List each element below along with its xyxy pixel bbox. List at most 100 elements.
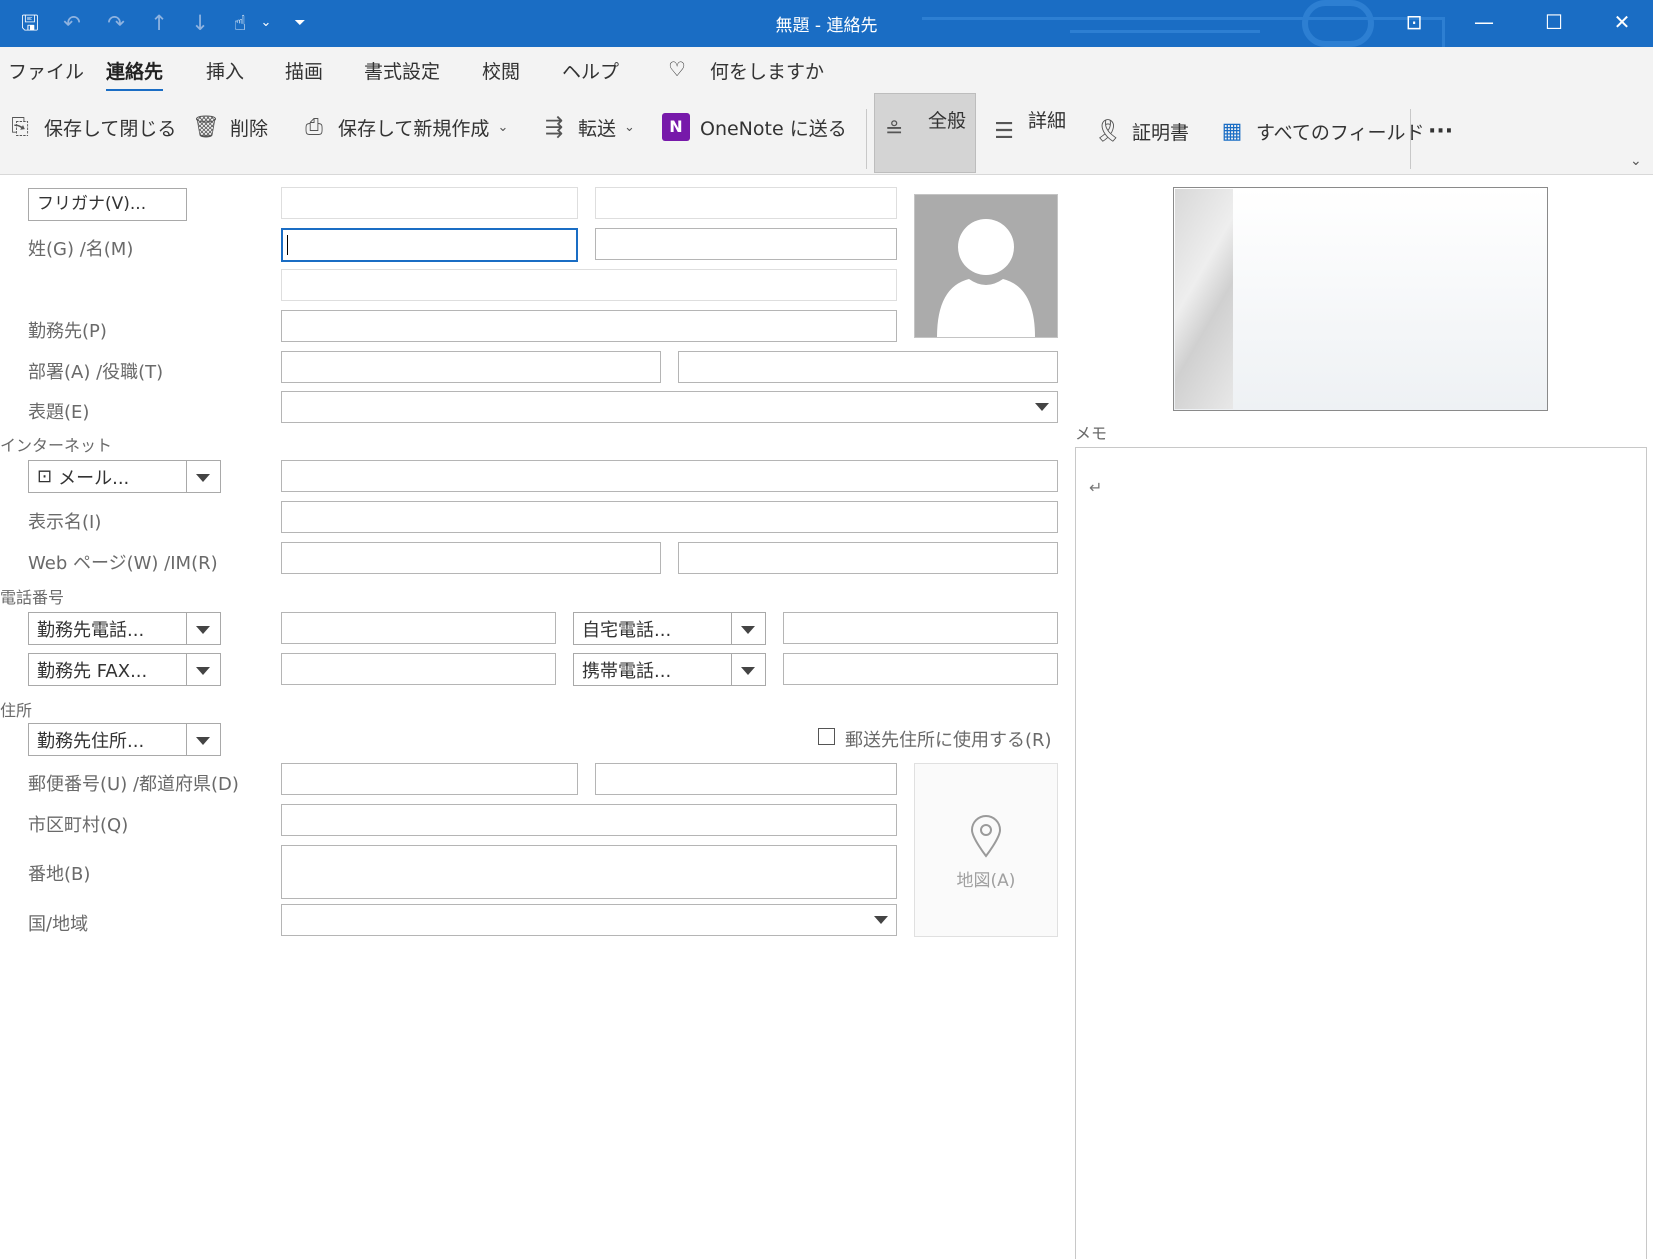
furigana-first-input[interactable] xyxy=(595,187,897,219)
save-new-icon: ⎙ xyxy=(305,114,323,140)
street-label: 番地(B) xyxy=(28,864,91,885)
details-view-button[interactable]: ☰ 詳細 xyxy=(990,107,1066,155)
ribbon-toolbar: ⎘ 保存して閉じる 🗑 削除 ⎙ 保存して新規作成 ⌄ ⇶ 転送 ⌄ N One… xyxy=(0,91,1653,175)
delete-label: 削除 xyxy=(230,117,269,140)
address-section-label: 住所 xyxy=(0,701,33,720)
tab-file[interactable]: ファイル xyxy=(8,57,84,84)
full-name-input[interactable] xyxy=(281,269,897,301)
phone-business-dropdown[interactable] xyxy=(186,613,220,644)
furigana-last-input[interactable] xyxy=(281,187,578,219)
city-label: 市区町村(Q) xyxy=(28,815,129,836)
first-name-input[interactable] xyxy=(595,228,897,260)
chevron-down-icon[interactable]: ⌄ xyxy=(624,120,635,135)
phone-section-label: 電話番号 xyxy=(0,588,65,607)
delete-button[interactable]: 🗑 削除 xyxy=(192,103,268,151)
phone-home-input[interactable] xyxy=(783,612,1058,644)
memo-textarea[interactable]: ↵ xyxy=(1075,447,1647,1259)
onenote-button[interactable]: N OneNote に送る xyxy=(662,103,847,151)
title-bar: 🖫 ↶ ↷ ↑ ↓ ☝ ⌄ ⏷ 無題 - 連絡先 ⊡ — ☐ ✕ xyxy=(0,0,1653,47)
contact-photo[interactable] xyxy=(914,194,1058,338)
im-address-input[interactable] xyxy=(678,542,1058,574)
phone-fax-label: 勤務先 FAX... xyxy=(37,660,148,682)
display-name-input[interactable] xyxy=(281,501,1058,533)
phone-business-input[interactable] xyxy=(281,612,556,644)
mailing-address-label: 郵送先住所に使用する(R) xyxy=(845,730,1052,751)
chevron-down-icon[interactable]: ⌄ xyxy=(497,120,508,135)
last-name-input[interactable] xyxy=(281,228,578,262)
text-caret xyxy=(287,235,288,255)
postal-pref-label: 郵便番号(U) /都道府県(D) xyxy=(28,774,239,795)
phone-mobile-dropdown[interactable] xyxy=(731,654,765,685)
furigana-button[interactable]: フリガナ(V)... xyxy=(28,188,187,221)
minimize-icon[interactable]: — xyxy=(1452,0,1516,47)
tab-format[interactable]: 書式設定 xyxy=(364,57,440,84)
onenote-label: OneNote に送る xyxy=(700,117,847,140)
dept-title-label: 部署(A) /役職(T) xyxy=(28,362,164,383)
save-close-button[interactable]: ⎘ 保存して閉じる xyxy=(6,103,176,151)
phone-fax-button[interactable]: 勤務先 FAX... xyxy=(28,653,221,686)
display-name-label: 表示名(I) xyxy=(28,512,102,533)
street-input[interactable] xyxy=(281,845,897,899)
all-fields-button[interactable]: ▦ すべてのフィールド xyxy=(1218,107,1425,155)
email-type-label: メール... xyxy=(58,467,130,489)
job-title-input[interactable] xyxy=(678,351,1058,383)
general-view-label: 全般 xyxy=(928,110,967,132)
close-icon[interactable]: ✕ xyxy=(1590,0,1653,47)
phone-home-dropdown[interactable] xyxy=(731,613,765,644)
address-type-label: 勤務先住所... xyxy=(37,730,145,752)
email-type-button[interactable]: ⊡ メール... xyxy=(28,460,221,493)
certificates-label: 証明書 xyxy=(1132,121,1190,144)
memo-label: メモ xyxy=(1075,424,1108,443)
tab-insert[interactable]: 挿入 xyxy=(206,57,244,84)
email-type-dropdown[interactable] xyxy=(186,461,220,492)
save-new-button[interactable]: ⎙ 保存して新規作成 ⌄ xyxy=(300,103,508,151)
postal-code-input[interactable] xyxy=(281,763,578,795)
business-card-preview[interactable] xyxy=(1173,187,1548,411)
business-card-image xyxy=(1175,189,1233,409)
email-input[interactable] xyxy=(281,460,1058,492)
trash-icon: 🗑 xyxy=(192,114,220,140)
tell-me-search[interactable]: 何をしますか xyxy=(710,57,824,84)
map-pin-icon xyxy=(970,815,1002,858)
phone-fax-input[interactable] xyxy=(281,653,556,685)
more-commands-button[interactable]: ··· xyxy=(1428,107,1453,155)
ribbon-separator xyxy=(866,109,867,169)
contact-card-icon: ⊡ xyxy=(37,466,53,487)
web-page-input[interactable] xyxy=(281,542,661,574)
address-type-dropdown[interactable] xyxy=(186,724,220,755)
tab-draw[interactable]: 描画 xyxy=(285,57,323,84)
lightbulb-icon[interactable]: ♡ xyxy=(668,57,686,81)
company-input[interactable] xyxy=(281,310,897,342)
prefecture-input[interactable] xyxy=(595,763,897,795)
mailing-address-checkbox[interactable] xyxy=(818,728,835,745)
phone-business-button[interactable]: 勤務先電話... xyxy=(28,612,221,645)
save-close-icon: ⎘ xyxy=(11,114,29,140)
paragraph-mark: ↵ xyxy=(1089,478,1103,497)
phone-fax-dropdown[interactable] xyxy=(186,654,220,685)
file-as-select[interactable] xyxy=(281,391,1058,423)
department-input[interactable] xyxy=(281,351,661,383)
tab-contact[interactable]: 連絡先 xyxy=(106,57,164,92)
address-type-button[interactable]: 勤務先住所... xyxy=(28,723,221,756)
all-fields-label: すべてのフィールド xyxy=(1256,121,1425,144)
general-view-button[interactable]: ≗ 全般 xyxy=(874,93,976,173)
maximize-icon[interactable]: ☐ xyxy=(1522,0,1586,47)
save-close-label: 保存して閉じる xyxy=(44,117,177,140)
tab-review[interactable]: 校閲 xyxy=(482,57,520,84)
internet-section-label: インターネット xyxy=(0,436,113,455)
phone-mobile-button[interactable]: 携帯電話... xyxy=(573,653,766,686)
ribbon-collapse-icon[interactable]: ⌄ xyxy=(1630,153,1642,169)
phone-home-button[interactable]: 自宅電話... xyxy=(573,612,766,645)
country-select[interactable] xyxy=(281,904,897,936)
tab-help[interactable]: ヘルプ xyxy=(562,57,619,84)
forward-button[interactable]: ⇶ 転送 ⌄ xyxy=(540,103,635,151)
city-input[interactable] xyxy=(281,804,897,836)
chevron-down-icon xyxy=(1035,403,1049,411)
forward-label: 転送 xyxy=(578,117,617,140)
map-label: 地図(A) xyxy=(956,871,1016,891)
phone-home-label: 自宅電話... xyxy=(582,619,672,641)
ribbon-display-icon[interactable]: ⊡ xyxy=(1382,0,1446,47)
certificates-button[interactable]: 🎗 証明書 xyxy=(1094,107,1189,155)
map-button[interactable]: 地図(A) xyxy=(914,763,1058,937)
phone-mobile-input[interactable] xyxy=(783,653,1058,685)
